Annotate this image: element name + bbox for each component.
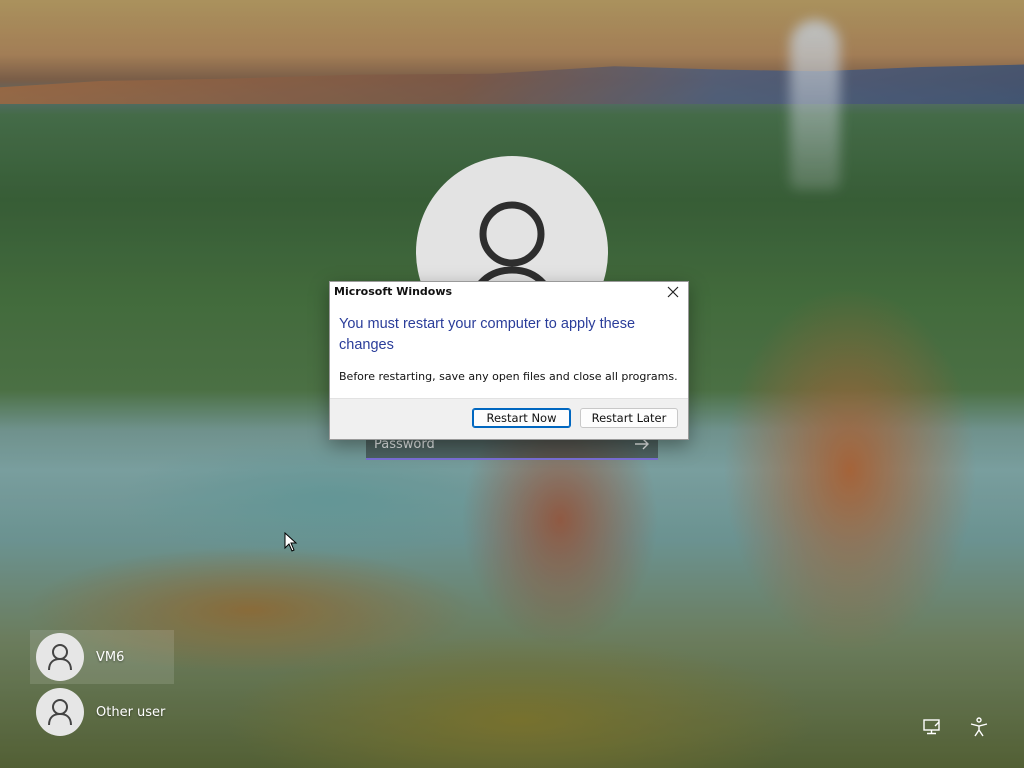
user-tile-other-user[interactable]: Other user xyxy=(30,685,174,739)
dialog-title: Microsoft Windows xyxy=(334,285,453,298)
close-icon xyxy=(667,286,679,298)
restart-later-button[interactable]: Restart Later xyxy=(580,408,678,428)
user-avatar xyxy=(36,633,84,681)
network-icon[interactable] xyxy=(921,716,943,738)
dialog-message: Before restarting, save any open files a… xyxy=(339,370,678,383)
user-name: Other user xyxy=(96,704,166,720)
restart-now-button[interactable]: Restart Now xyxy=(472,408,571,428)
accessibility-icon[interactable] xyxy=(968,716,990,738)
dialog-button-bar: Restart Now Restart Later xyxy=(330,398,688,439)
user-name: VM6 xyxy=(96,649,125,665)
user-icon xyxy=(48,699,72,726)
mouse-cursor-icon xyxy=(284,532,298,552)
user-tile-vm6[interactable]: VM6 xyxy=(30,630,174,684)
dialog-close-button[interactable] xyxy=(660,282,686,302)
dialog-heading: You must restart your computer to apply … xyxy=(339,316,636,353)
user-avatar xyxy=(36,688,84,736)
restart-dialog: Microsoft Windows You must restart your … xyxy=(329,281,689,440)
user-icon xyxy=(48,644,72,671)
